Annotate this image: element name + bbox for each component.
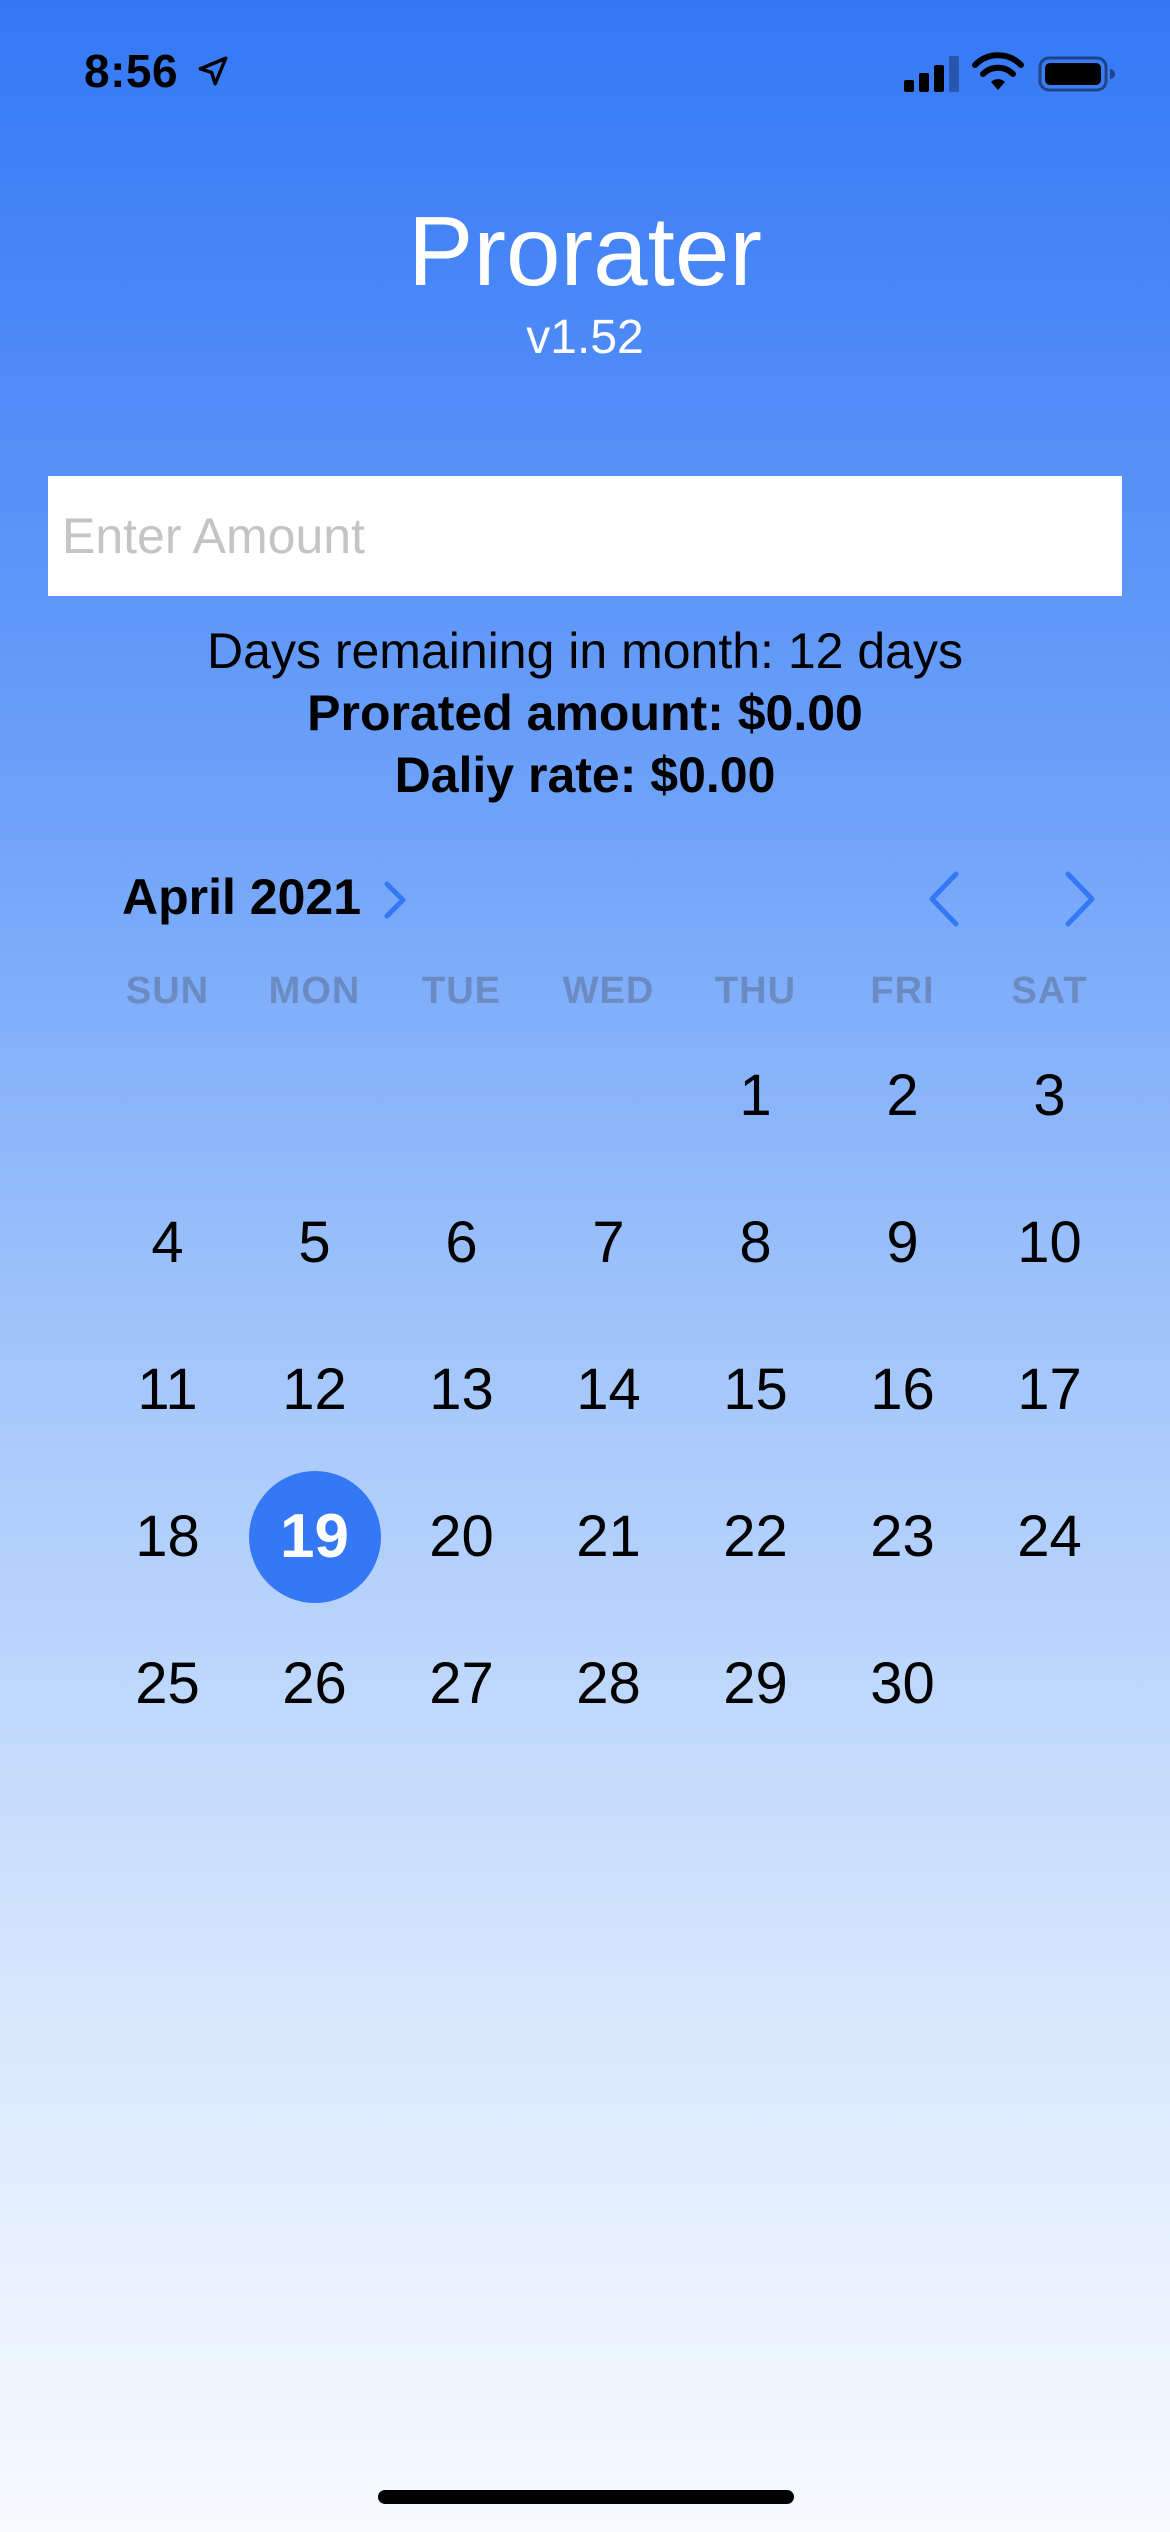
empty-day-cell — [241, 1022, 388, 1169]
day-number: 6 — [445, 1210, 478, 1275]
day-cell[interactable]: 22 — [682, 1463, 829, 1610]
day-number: 29 — [723, 1651, 788, 1716]
calendar-header: April 2021 — [0, 862, 1170, 938]
day-number: 27 — [429, 1651, 494, 1716]
day-cell[interactable]: 9 — [829, 1169, 976, 1316]
app-title: Prorater — [407, 196, 762, 306]
status-bar: 8:56 — [0, 0, 1170, 150]
day-cell[interactable]: 5 — [241, 1169, 388, 1316]
day-number: 10 — [1017, 1210, 1082, 1275]
day-number: 24 — [1017, 1504, 1082, 1569]
day-number: 22 — [723, 1504, 788, 1569]
chevron-right-icon[interactable] — [380, 876, 410, 924]
days-remaining-text: Days remaining in month: 12 days — [207, 623, 963, 679]
day-cell[interactable]: 15 — [682, 1316, 829, 1463]
day-cell[interactable]: 25 — [94, 1610, 241, 1757]
prorated-amount-text: Prorated amount: $0.00 — [307, 685, 863, 741]
day-cell[interactable]: 1 — [682, 1022, 829, 1169]
day-cell[interactable]: 18 — [94, 1463, 241, 1610]
selected-day-cell[interactable]: 19 — [241, 1463, 388, 1610]
day-cell[interactable]: 27 — [388, 1610, 535, 1757]
empty-day-cell — [976, 1610, 1123, 1757]
amount-input[interactable] — [48, 476, 1122, 596]
day-cell[interactable]: 2 — [829, 1022, 976, 1169]
empty-day-number — [396, 1030, 528, 1162]
day-number: 9 — [886, 1210, 919, 1275]
day-number: 17 — [1017, 1357, 1082, 1422]
day-cell[interactable]: 20 — [388, 1463, 535, 1610]
day-cell[interactable]: 3 — [976, 1022, 1123, 1169]
weekday-label: MON — [268, 970, 361, 1012]
app-version: v1.52 — [526, 311, 644, 364]
daily-rate-text: Daliy rate: $0.00 — [394, 747, 776, 803]
day-number: 28 — [576, 1651, 641, 1716]
next-month-icon[interactable] — [1060, 868, 1100, 930]
day-number: 7 — [592, 1210, 625, 1275]
day-number: 3 — [1033, 1063, 1066, 1128]
day-cell[interactable]: 17 — [976, 1316, 1123, 1463]
day-number: 12 — [282, 1357, 347, 1422]
month-year-label[interactable]: April 2021 — [122, 868, 361, 926]
day-cell[interactable]: 23 — [829, 1463, 976, 1610]
wifi-icon — [972, 52, 1024, 90]
day-cell[interactable]: 7 — [535, 1169, 682, 1316]
day-cell[interactable]: 8 — [682, 1169, 829, 1316]
day-number: 4 — [151, 1210, 184, 1275]
day-cell[interactable]: 24 — [976, 1463, 1123, 1610]
empty-day-cell — [388, 1022, 535, 1169]
day-number: 30 — [870, 1651, 935, 1716]
day-number: 8 — [739, 1210, 772, 1275]
empty-day-number — [249, 1030, 381, 1162]
day-number: 25 — [135, 1651, 200, 1716]
cellular-signal-icon — [904, 56, 959, 92]
weekday-label: TUE — [422, 970, 501, 1012]
day-cell[interactable]: 29 — [682, 1610, 829, 1757]
day-number: 13 — [429, 1357, 494, 1422]
day-number: 19 — [248, 1470, 381, 1603]
day-cell[interactable]: 4 — [94, 1169, 241, 1316]
day-number: 1 — [739, 1063, 772, 1128]
previous-month-icon[interactable] — [924, 868, 964, 930]
day-cell[interactable]: 16 — [829, 1316, 976, 1463]
empty-day-cell — [535, 1022, 682, 1169]
status-time: 8:56 — [84, 45, 179, 97]
home-indicator — [378, 2490, 794, 2504]
calendar-days-grid: 1 2 3 4 5 6 7 8 9 10 11 12 13 14 15 16 17 18 19 20 21 22 23 24 2… — [94, 1022, 1123, 1757]
day-number: 5 — [298, 1210, 331, 1275]
day-number: 11 — [137, 1357, 198, 1422]
proration-summary: Days remaining in month: 12 days Prorate… — [0, 620, 1170, 806]
day-cell[interactable]: 26 — [241, 1610, 388, 1757]
weekday-label: FRI — [870, 970, 935, 1012]
day-number: 26 — [282, 1651, 347, 1716]
battery-icon — [1038, 56, 1115, 92]
day-cell[interactable]: 28 — [535, 1610, 682, 1757]
day-cell[interactable]: 10 — [976, 1169, 1123, 1316]
day-cell[interactable]: 11 — [94, 1316, 241, 1463]
weekday-header-row: SUN MON TUE WED THU FRI SAT — [94, 970, 1123, 1020]
day-cell[interactable]: 30 — [829, 1610, 976, 1757]
location-arrow-icon — [198, 56, 228, 86]
weekday-label: THU — [714, 970, 797, 1012]
weekday-label: SUN — [125, 970, 210, 1012]
day-cell[interactable]: 13 — [388, 1316, 535, 1463]
empty-day-cell — [94, 1022, 241, 1169]
day-cell[interactable]: 14 — [535, 1316, 682, 1463]
day-number: 2 — [886, 1063, 919, 1128]
day-number: 18 — [135, 1504, 200, 1569]
day-number: 21 — [576, 1504, 641, 1569]
empty-day-number — [984, 1618, 1116, 1750]
weekday-label: WED — [562, 970, 655, 1012]
day-number: 14 — [576, 1357, 641, 1422]
empty-day-number — [102, 1030, 234, 1162]
day-number: 20 — [429, 1504, 494, 1569]
day-number: 23 — [870, 1504, 935, 1569]
day-number: 16 — [870, 1357, 935, 1422]
day-cell[interactable]: 12 — [241, 1316, 388, 1463]
empty-day-number — [543, 1030, 675, 1162]
day-cell[interactable]: 6 — [388, 1169, 535, 1316]
day-cell[interactable]: 21 — [535, 1463, 682, 1610]
weekday-label: SAT — [1011, 970, 1088, 1012]
day-number: 15 — [723, 1357, 788, 1422]
